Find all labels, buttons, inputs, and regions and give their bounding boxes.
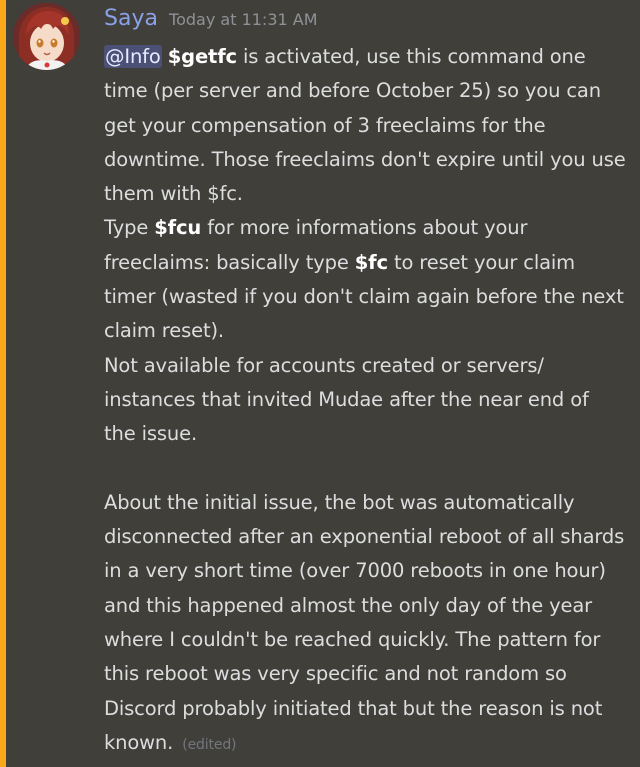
paragraph-2-pre: Type [104,216,155,240]
paragraph-3: Not available for accounts created or se… [104,353,589,446]
paragraph-1: @Info $getfc is activated, use this comm… [104,40,626,211]
chat-message: Saya Today at 11:31 AM @Info $getfc is a… [0,0,640,767]
paragraph-4: About the initial issue, the bot was aut… [104,486,626,762]
paragraph-4-text: About the initial issue, the bot was aut… [104,490,625,754]
edited-label: (edited) [182,736,237,753]
command-fcu: $fcu [154,216,202,240]
paragraph-1-text: is activated, use this command one time … [104,45,626,206]
message-header: Saya Today at 11:31 AM [104,6,318,40]
command-fc: $fc [354,250,388,274]
anime-girl-avatar-icon [13,3,80,70]
mention-highlight-bar [0,0,6,767]
message-timestamp[interactable]: Today at 11:31 AM [169,10,317,29]
paragraph-2: Type $fcu for more informations about yo… [104,211,626,348]
avatar[interactable] [13,3,80,70]
message-content: @Info $getfc is activated, use this comm… [104,40,626,762]
author-username[interactable]: Saya [104,6,158,31]
command-getfc: $getfc [167,45,237,68]
role-mention[interactable]: @Info [104,45,162,68]
